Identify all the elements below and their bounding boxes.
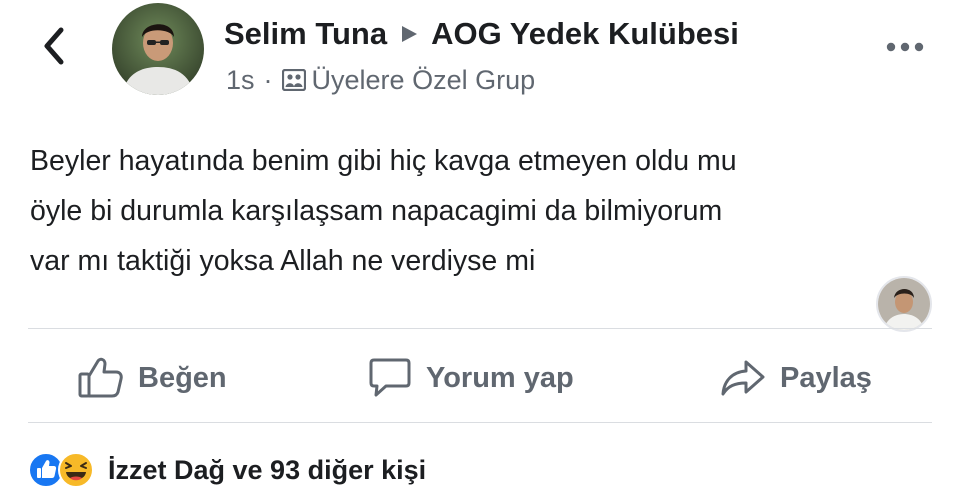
back-chevron-icon — [44, 27, 64, 65]
reactions-text: İzzet Dağ ve 93 diğer kişi — [108, 454, 427, 485]
share-button[interactable]: Paylaş — [720, 350, 872, 406]
group-name[interactable]: AOG Yedek Kulübesi — [431, 16, 739, 52]
divider — [28, 328, 932, 329]
like-label: Beğen — [138, 361, 227, 394]
seen-by-avatar[interactable] — [876, 276, 932, 332]
post-meta: 1s · Üyelere Özel Grup — [226, 62, 535, 98]
share-icon — [720, 358, 766, 398]
post-body: Beyler hayatında benim gibi hiç kavga et… — [30, 136, 930, 286]
like-icon — [78, 357, 124, 399]
post-line: öyle bi durumla karşılaşsam napacagimi d… — [30, 195, 723, 227]
comment-icon — [368, 357, 412, 399]
back-button[interactable] — [34, 24, 74, 68]
meta-separator: · — [263, 64, 273, 95]
post-time[interactable]: 1s — [226, 65, 255, 96]
reaction-icons — [28, 451, 98, 489]
post-line: var mı taktiği yoksa Allah ne verdiyse m… — [30, 245, 536, 277]
reactions-summary[interactable]: İzzet Dağ ve 93 diğer kişi — [28, 450, 426, 490]
comment-button[interactable]: Yorum yap — [368, 350, 574, 406]
author-name[interactable]: Selim Tuna — [224, 16, 387, 52]
divider — [28, 422, 932, 423]
group-icon — [281, 69, 306, 91]
share-label: Paylaş — [780, 361, 872, 394]
more-icon — [886, 42, 924, 52]
post-header-title: Selim Tuna AOG Yedek Kulübesi — [224, 14, 739, 54]
haha-reaction-icon — [58, 452, 94, 488]
group-privacy: Üyelere Özel Grup — [311, 64, 536, 95]
more-options-button[interactable] — [880, 30, 930, 64]
arrow-right-icon — [399, 24, 419, 44]
comment-label: Yorum yap — [426, 361, 574, 394]
like-reaction-icon — [28, 452, 64, 488]
like-button[interactable]: Beğen — [78, 350, 227, 406]
author-avatar[interactable] — [112, 3, 204, 95]
post-line: Beyler hayatında benim gibi hiç kavga et… — [30, 145, 737, 177]
